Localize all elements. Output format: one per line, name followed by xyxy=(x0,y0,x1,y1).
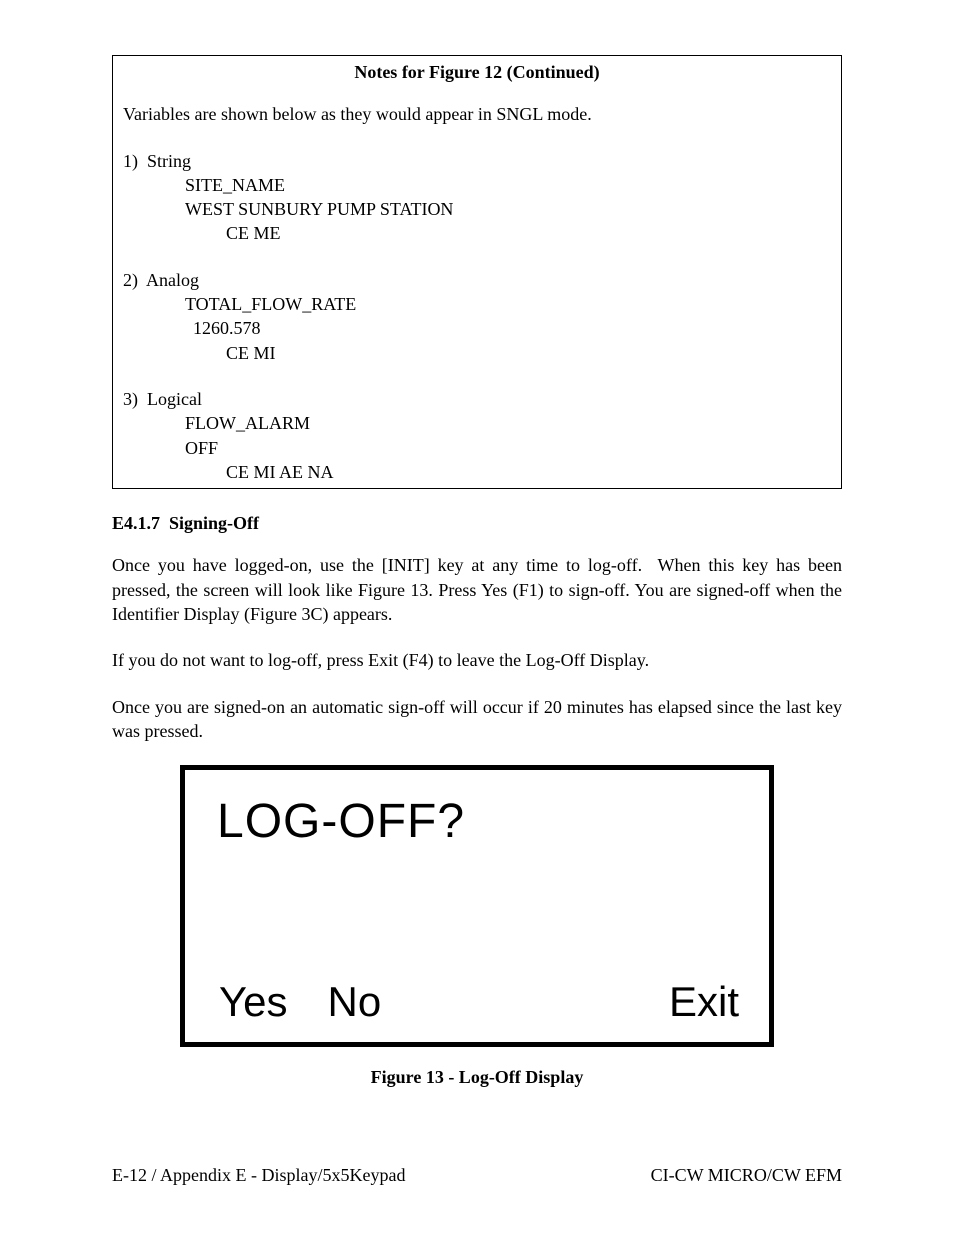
var-flags: CE MI AE NA xyxy=(123,460,831,484)
variable-block-1: 1) String SITE_NAME WEST SUNBURY PUMP ST… xyxy=(123,149,831,246)
section-heading: E4.1.7 Signing-Off xyxy=(112,511,842,535)
var-name: FLOW_ALARM xyxy=(123,411,831,435)
var-value: 1260.578 xyxy=(123,316,831,340)
var-value: WEST SUNBURY PUMP STATION xyxy=(123,197,831,221)
paragraph-1: Once you have logged-on, use the [INIT] … xyxy=(112,553,842,626)
var-value: OFF xyxy=(123,436,831,460)
footer-right: CI-CW MICRO/CW EFM xyxy=(651,1163,842,1187)
softkey-no: No xyxy=(328,974,382,1031)
notes-box: Notes for Figure 12 (Continued) Variable… xyxy=(112,55,842,489)
softkey-exit: Exit xyxy=(669,974,739,1031)
var-flags: CE MI xyxy=(123,341,831,365)
figure-caption: Figure 13 - Log-Off Display xyxy=(112,1065,842,1089)
variable-block-2: 2) Analog TOTAL_FLOW_RATE 1260.578 CE MI xyxy=(123,268,831,365)
var-type: Logical xyxy=(147,389,202,409)
var-num: 3) xyxy=(123,389,138,409)
variable-block-3: 3) Logical FLOW_ALARM OFF CE MI AE NA xyxy=(123,387,831,484)
var-name: TOTAL_FLOW_RATE xyxy=(123,292,831,316)
var-num: 1) xyxy=(123,151,138,171)
var-num: 2) xyxy=(123,270,138,290)
notes-title: Notes for Figure 12 (Continued) xyxy=(123,60,831,84)
var-flags: CE ME xyxy=(123,221,831,245)
paragraph-2: If you do not want to log-off, press Exi… xyxy=(112,648,842,672)
logoff-prompt: LOG-OFF? xyxy=(217,790,465,855)
paragraph-3: Once you are signed-on an automatic sign… xyxy=(112,695,842,744)
softkey-yes: Yes xyxy=(219,974,288,1031)
var-type: String xyxy=(147,151,191,171)
notes-intro: Variables are shown below as they would … xyxy=(123,102,831,126)
footer-left: E-12 / Appendix E - Display/5x5Keypad xyxy=(112,1163,405,1187)
page-footer: E-12 / Appendix E - Display/5x5Keypad CI… xyxy=(112,1163,842,1187)
var-name: SITE_NAME xyxy=(123,173,831,197)
logoff-display: LOG-OFF? Yes No Exit xyxy=(180,765,774,1047)
var-type: Analog xyxy=(146,270,199,290)
